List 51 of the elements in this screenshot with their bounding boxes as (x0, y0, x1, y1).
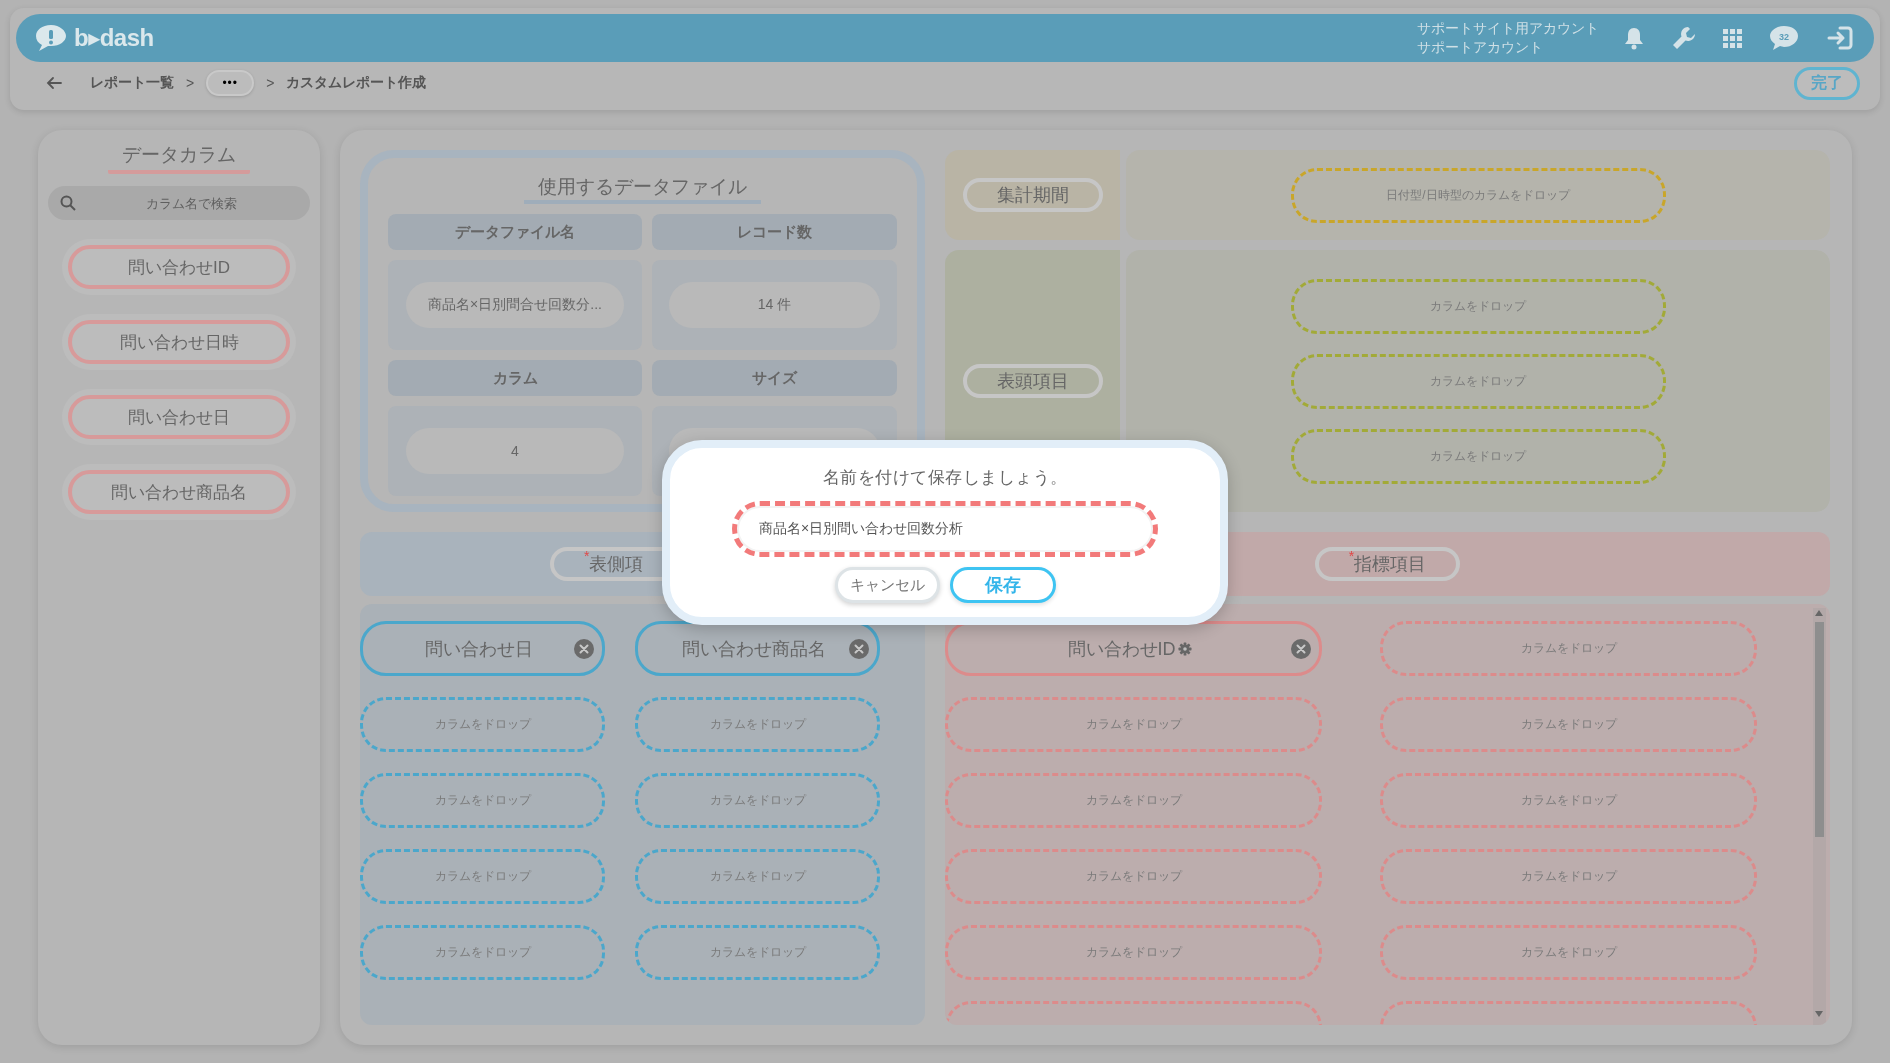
grid-icon[interactable] (1723, 28, 1742, 48)
account-name: サポートサイト用アカウント (1417, 19, 1599, 38)
card-title: 使用するデータファイル (524, 174, 761, 204)
more-button[interactable]: ••• (206, 70, 255, 96)
breadcrumb-current: カスタムレポート作成 (286, 74, 427, 92)
close-icon[interactable] (574, 638, 594, 659)
chat-icon[interactable] (1768, 24, 1800, 52)
section-title: 表頭項目 (996, 370, 1069, 393)
back-arrow-icon[interactable] (46, 76, 62, 90)
section-title: 集計期間 (996, 184, 1069, 207)
column-name: 問い合わせID (1067, 637, 1176, 661)
chat-count: 32 (1779, 32, 1789, 42)
breadcrumb-separator: > (186, 75, 195, 91)
column-name: 問い合わせ日 (424, 637, 533, 661)
scrollbar[interactable] (1813, 608, 1826, 1025)
info-header: データファイル名 (388, 214, 642, 250)
info-value: 14 件 (669, 282, 880, 328)
bell-icon[interactable] (1623, 26, 1645, 50)
section-title: 表側項 (589, 554, 644, 576)
column-item[interactable]: 問い合わせ商品名 (62, 464, 296, 520)
dialog-title: 名前を付けて保存しましょう。 (822, 467, 1068, 489)
column-item[interactable]: 問い合わせID (62, 239, 296, 295)
save-button[interactable]: 保存 (949, 567, 1056, 603)
name-field[interactable]: 商品名×日別問い合わせ回数分析 (732, 501, 1158, 557)
breadcrumb-separator: > (266, 75, 275, 91)
section-title: 指標項目 (1354, 553, 1427, 576)
search-field[interactable]: カラム名で検索 (48, 186, 310, 220)
logo-icon[interactable] (34, 23, 68, 53)
close-icon[interactable] (1291, 638, 1311, 659)
info-header: レコード数 (652, 214, 897, 250)
required-mark: * (584, 549, 590, 563)
required-mark: * (1348, 549, 1355, 563)
close-icon[interactable] (849, 638, 869, 659)
logo-text: b▸dash (74, 24, 154, 52)
breadcrumb-link[interactable]: レポート一覧 (90, 74, 174, 92)
column-item[interactable]: 問い合わせ日時 (62, 314, 296, 370)
gear-icon[interactable] (1177, 641, 1192, 656)
info-value: 4 (405, 428, 625, 474)
info-header: サイズ (652, 360, 897, 396)
logout-icon[interactable] (1826, 25, 1854, 51)
column-chip[interactable]: 問い合わせ日 (360, 621, 605, 676)
cancel-button[interactable]: キャンセル (834, 567, 940, 603)
info-value: 商品名×日別問合せ回数分... (405, 282, 625, 328)
account-name: サポートアカウント (1417, 38, 1544, 57)
done-button[interactable]: 完了 (1794, 66, 1860, 100)
wrench-icon[interactable] (1671, 25, 1697, 51)
column-name: 問い合わせ商品名 (681, 637, 826, 661)
column-item[interactable]: 問い合わせ日 (62, 389, 296, 445)
sidebar-title: データカラム (108, 142, 250, 174)
search-icon (60, 195, 76, 211)
info-header: カラム (388, 360, 642, 396)
